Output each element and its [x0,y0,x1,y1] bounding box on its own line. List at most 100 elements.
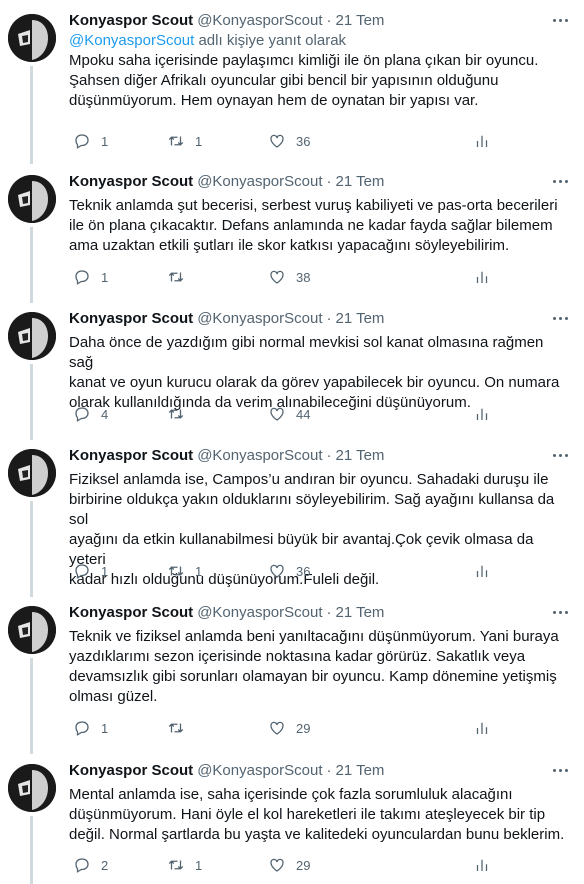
avatar-column [8,760,56,884]
like-count: 36 [296,563,311,579]
author-handle[interactable]: @KonyasporScout [197,173,322,190]
tweet-header: Konyaspor Scout @KonyasporScout · 21 Tem [69,602,570,622]
author-name[interactable]: Konyaspor Scout [69,447,193,464]
tweet-content: Konyaspor Scout @KonyasporScout · 21 Tem… [69,760,570,845]
reply-count: 1 [101,563,109,579]
more-icon[interactable] [550,762,570,778]
like-button[interactable]: 29 [268,718,310,738]
separator-dot: · [326,172,332,190]
retweet-button[interactable]: 1 [167,131,202,151]
tweet[interactable]: Konyaspor Scout @KonyasporScout · 21 Tem… [0,308,584,440]
tweet-header: Konyaspor Scout @KonyasporScout · 21 Tem [69,171,570,191]
like-button[interactable]: 36 [268,561,310,581]
tweet-time[interactable]: 21 Tem [335,762,384,779]
like-button[interactable]: 36 [268,131,310,151]
tweet[interactable]: Konyaspor Scout @KonyasporScout · 21 Tem… [0,760,584,884]
tweet-actions: 1 29 [69,718,569,738]
tweet-text: Mpoku saha içerisinde paylaşımcı kimliği… [69,51,570,111]
avatar-column [8,10,56,164]
tweet-thread: Konyaspor Scout @KonyasporScout · 21 Tem… [0,0,584,884]
reply-count: 1 [101,720,109,736]
tweet-text-line: birbirine oldukça yakın olduklarını söyl… [69,491,555,528]
like-count: 38 [296,269,311,285]
tweet-text-line: Şahsen diğer Afrikalı oyuncular gibi ben… [69,72,499,89]
avatar[interactable] [8,606,56,654]
like-icon [270,858,284,872]
tweet-actions: 4 44 [69,404,569,424]
author-handle[interactable]: @KonyasporScout [197,604,322,621]
retweet-button[interactable] [167,404,195,424]
tweet-text-line: Mental anlamda ise, saha içerisinde çok … [69,786,513,803]
analytics-button[interactable] [473,131,491,151]
author-handle[interactable]: @KonyasporScout [197,310,322,327]
reply-button[interactable]: 4 [73,404,108,424]
tweet[interactable]: Konyaspor Scout @KonyasporScout · 21 Tem… [0,445,584,597]
tweet-text-line: olması güzel. [69,688,158,705]
tweet-header: Konyaspor Scout @KonyasporScout · 21 Tem [69,308,570,328]
author-name[interactable]: Konyaspor Scout [69,173,193,190]
like-button[interactable]: 44 [268,404,310,424]
tweet-time[interactable]: 21 Tem [335,447,384,464]
retweet-button[interactable]: 1 [167,855,202,875]
analytics-button[interactable] [473,855,491,875]
retweet-button[interactable] [167,267,195,287]
reply-button[interactable]: 1 [73,561,108,581]
avatar[interactable] [8,14,56,62]
avatar[interactable] [8,175,56,223]
like-count: 44 [296,406,311,422]
tweet-text-line: düşünmüyorum. Hem oynayan hem de oynatan… [69,92,479,109]
avatar[interactable] [8,449,56,497]
like-icon [270,270,284,284]
reply-count: 2 [101,857,109,873]
reply-to-link[interactable]: @KonyasporScout [69,32,194,49]
tweet[interactable]: Konyaspor Scout @KonyasporScout · 21 Tem… [0,171,584,303]
reply-button[interactable]: 1 [73,131,108,151]
tweet-text-line: devamsızlık gibi sorunları olamayan bir … [69,668,557,685]
tweet-time[interactable]: 21 Tem [335,173,384,190]
tweet-text-line: kanat ve oyun kurucu olarak da görev yap… [69,374,560,391]
tweet-text: Teknik ve fiziksel anlamda beni yanıltac… [69,627,570,707]
avatar[interactable] [8,764,56,812]
analytics-icon [476,408,488,420]
like-icon [270,407,284,421]
tweet-header: Konyaspor Scout @KonyasporScout · 21 Tem [69,760,570,780]
author-name[interactable]: Konyaspor Scout [69,310,193,327]
more-icon[interactable] [550,447,570,463]
tweet-time[interactable]: 21 Tem [335,604,384,621]
tweet-text-line: Mpoku saha içerisinde paylaşımcı kimliği… [69,52,539,69]
analytics-icon [476,565,488,577]
reply-icon [75,721,89,736]
analytics-button[interactable] [473,561,491,581]
more-icon[interactable] [550,310,570,326]
analytics-button[interactable] [473,718,491,738]
avatar[interactable] [8,312,56,360]
author-handle[interactable]: @KonyasporScout [197,12,322,29]
reply-button[interactable]: 1 [73,267,108,287]
retweet-icon [168,409,184,419]
retweet-icon [168,566,184,576]
more-icon[interactable] [550,173,570,189]
more-icon[interactable] [550,12,570,28]
retweet-button[interactable] [167,718,195,738]
author-handle[interactable]: @KonyasporScout [197,447,322,464]
author-name[interactable]: Konyaspor Scout [69,604,193,621]
retweet-button[interactable]: 1 [167,561,202,581]
like-button[interactable]: 38 [268,267,310,287]
separator-dot: · [326,11,332,29]
tweet-time[interactable]: 21 Tem [335,12,384,29]
more-icon[interactable] [550,604,570,620]
like-button[interactable]: 29 [268,855,310,875]
retweet-icon [168,860,184,870]
tweet[interactable]: Konyaspor Scout @KonyasporScout · 21 Tem… [0,10,584,164]
analytics-button[interactable] [473,404,491,424]
reply-button[interactable]: 1 [73,718,108,738]
author-name[interactable]: Konyaspor Scout [69,12,193,29]
tweet-time[interactable]: 21 Tem [335,310,384,327]
author-handle[interactable]: @KonyasporScout [197,762,322,779]
tweet[interactable]: Konyaspor Scout @KonyasporScout · 21 Tem… [0,602,584,754]
analytics-button[interactable] [473,267,491,287]
author-name[interactable]: Konyaspor Scout [69,762,193,779]
thread-line [30,66,33,164]
tweet-actions: 2 1 29 [69,855,569,875]
reply-button[interactable]: 2 [73,855,108,875]
